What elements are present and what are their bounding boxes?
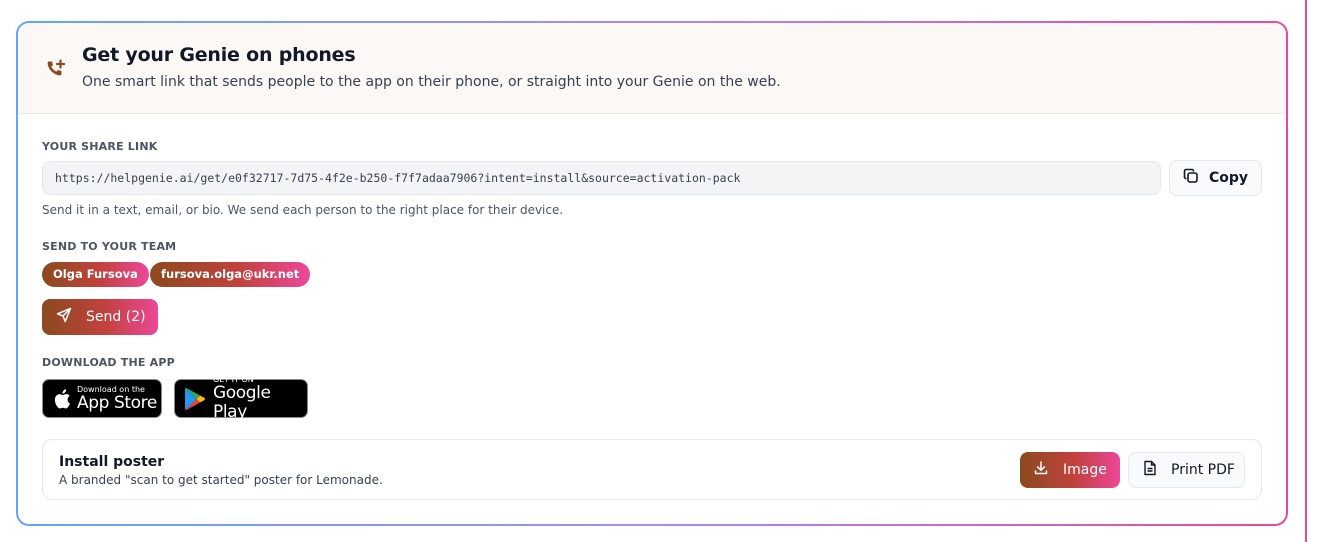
install-poster-description: A branded "scan to get started" poster f… (59, 473, 383, 487)
send-button-label: Send (2) (86, 309, 146, 325)
send-button[interactable]: Send (2) (42, 299, 158, 335)
image-button-label: Image (1063, 462, 1107, 478)
google-play-badge[interactable]: GET IT ON Google Play (174, 375, 308, 422)
google-play-icon (184, 387, 206, 411)
page-subtitle: One smart link that sends people to the … (82, 74, 781, 90)
genie-phones-card: Get your Genie on phones One smart link … (18, 23, 1286, 524)
recipient-chip[interactable]: Olga Fursova (42, 262, 149, 287)
recipient-chip[interactable]: fursova.olga@ukr.net (150, 262, 311, 287)
print-pdf-label: Print PDF (1171, 462, 1235, 478)
download-app-label: DOWNLOAD THE APP (42, 356, 175, 369)
right-edge-rule (1305, 0, 1307, 542)
print-pdf-button[interactable]: Print PDF (1128, 452, 1245, 488)
phone-plus-icon (45, 58, 67, 80)
share-link-hint: Send it in a text, email, or bio. We sen… (42, 203, 564, 217)
install-poster-panel: Install poster A branded "scan to get st… (42, 439, 1262, 500)
install-poster-title: Install poster (59, 454, 165, 470)
google-play-big-text: Google Play (213, 383, 271, 422)
share-link-label: YOUR SHARE LINK (42, 140, 158, 153)
share-link-field[interactable]: https://helpgenie.ai/get/e0f32717-7d75-4… (42, 161, 1161, 195)
document-icon (1143, 460, 1157, 480)
download-icon (1033, 460, 1049, 480)
copy-icon (1183, 168, 1199, 188)
send-team-label: SEND TO YOUR TEAM (42, 240, 177, 253)
app-store-big-text: App Store (77, 392, 157, 413)
apple-icon (52, 388, 71, 410)
copy-button-label: Copy (1208, 170, 1249, 186)
page-title: Get your Genie on phones (82, 44, 356, 66)
send-icon (56, 307, 72, 327)
copy-button[interactable]: Copy (1169, 160, 1262, 196)
download-image-button[interactable]: Image (1020, 452, 1120, 488)
app-store-badge[interactable]: Download on the App Store (42, 379, 162, 418)
genie-phones-card-border: Get your Genie on phones One smart link … (16, 21, 1288, 526)
card-header: Get your Genie on phones One smart link … (18, 23, 1286, 114)
